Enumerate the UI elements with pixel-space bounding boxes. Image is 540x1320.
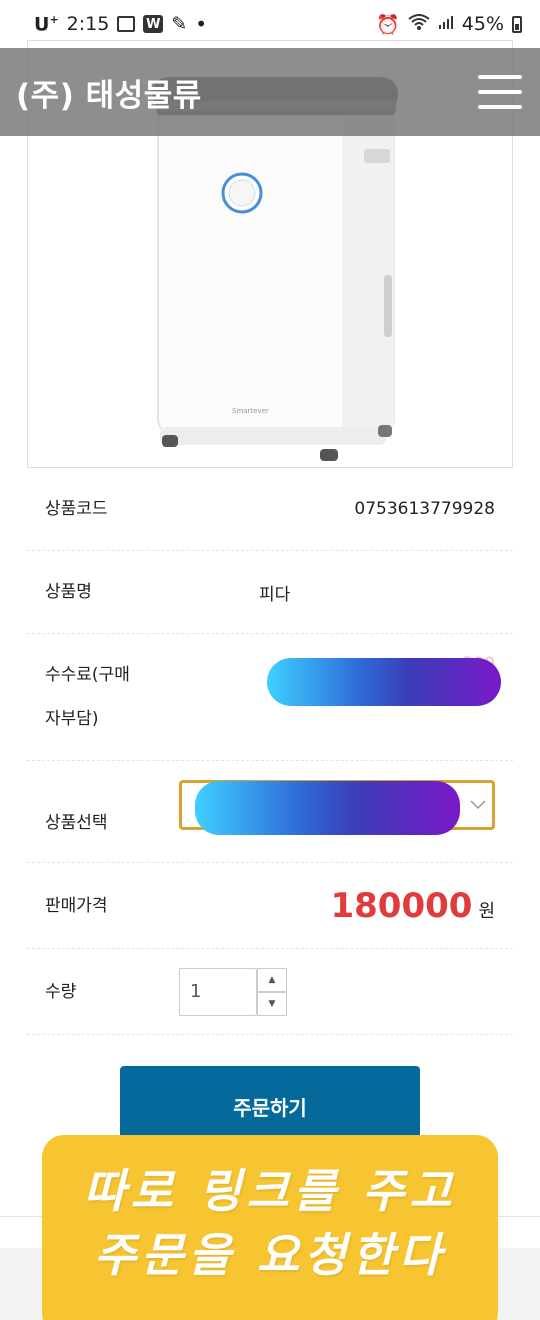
row-price: 판매가격 180000 원 <box>27 863 513 949</box>
redaction-overlay-select <box>195 781 460 835</box>
signal-icon <box>438 13 454 35</box>
row-quantity: 수량 1 ▲ ▼ <box>27 949 513 1035</box>
caption-line-1: 따로 링크를 주고 <box>83 1164 457 1218</box>
row-product-code: 상품코드 0753613779928 <box>27 468 513 551</box>
product-code-value: 0753613779928 <box>354 499 495 519</box>
svg-text:Smartever: Smartever <box>232 407 269 415</box>
order-button[interactable]: 주문하기 <box>120 1066 420 1142</box>
more-notifications-icon: • <box>195 12 208 36</box>
caption-banner: 따로 링크를 주고 주문을 요청한다 <box>42 1135 498 1320</box>
wifi-icon <box>408 13 430 36</box>
quantity-label: 수량 <box>45 981 77 1002</box>
price-label: 판매가격 <box>45 895 108 916</box>
product-select-label: 상품선택 <box>45 812 108 833</box>
menu-icon[interactable] <box>478 75 522 109</box>
edit-icon: ✎ <box>171 13 188 35</box>
fee-label: 수수료(구매 자부담) <box>45 665 130 729</box>
carrier-label: U+ <box>34 12 59 36</box>
chevron-down-icon <box>470 795 486 810</box>
redaction-overlay-name <box>267 658 501 706</box>
row-product-select: 상품선택 <box>27 761 513 863</box>
site-header: (주) 태성물류 <box>0 48 540 136</box>
gallery-icon <box>117 16 136 32</box>
quantity-up-icon[interactable]: ▲ <box>257 967 287 992</box>
quantity-down-icon[interactable]: ▼ <box>257 991 287 1016</box>
product-name-value: 피다 <box>259 584 291 605</box>
price-value: 180000 원 <box>175 886 495 926</box>
quantity-stepper[interactable]: 1 ▲ ▼ <box>179 967 287 1016</box>
quantity-input[interactable]: 1 <box>179 967 257 1016</box>
price-unit: 원 <box>478 900 495 922</box>
clock: 2:15 <box>66 13 110 35</box>
battery-percent: 45% <box>461 13 504 35</box>
product-name-label: 상품명 <box>45 582 92 602</box>
product-info-table: 상품코드 0753613779928 상품명 피다 수수료(구매 자부담) 50… <box>27 468 513 1035</box>
row-product-name: 상품명 피다 <box>27 551 513 706</box>
caption-line-2: 주문을 요청한다 <box>93 1228 447 1282</box>
brand-logo[interactable]: (주) 태성물류 <box>16 70 202 115</box>
alarm-icon: ⏰ <box>376 13 400 36</box>
product-code-label: 상품코드 <box>45 499 108 519</box>
price-amount: 180000 <box>330 885 473 926</box>
battery-icon <box>512 15 522 33</box>
w-app-icon: W <box>143 15 164 33</box>
